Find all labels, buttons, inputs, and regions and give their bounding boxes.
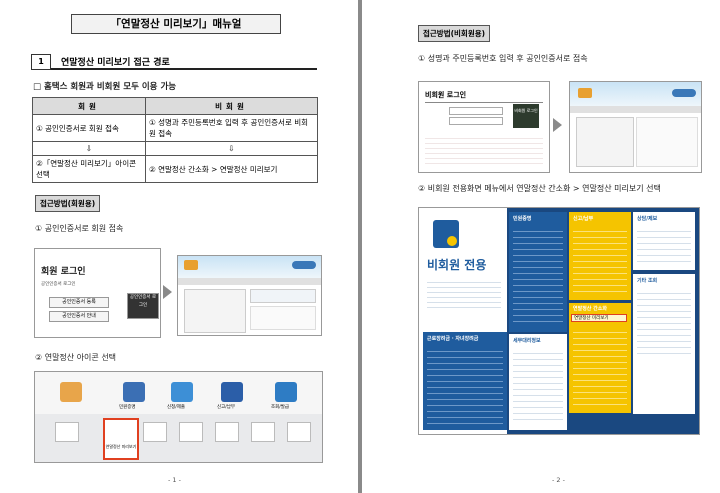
search-icon	[275, 382, 297, 402]
document-icon	[123, 382, 145, 402]
icon-label: 조회/발급	[271, 405, 290, 410]
sub-icon[interactable]	[179, 422, 203, 442]
hometax-screenshot-2	[569, 81, 702, 173]
printer-icon	[60, 382, 82, 402]
divider	[425, 102, 543, 103]
member-access-tag: 접근방법(회원용)	[35, 195, 101, 212]
section-number: 1	[31, 54, 51, 70]
notice-box	[636, 117, 698, 167]
page-number: - 2 -	[552, 476, 565, 484]
nonmember-login-button[interactable]: 비회원 로그인	[513, 104, 539, 128]
nav-bar	[570, 106, 701, 113]
access-table: 회원 비회원 ① 공인인증서로 회원 접속 ① 성명과 주민등록번호 입력 후 …	[32, 97, 318, 183]
menu-title: 근로장려금 · 자녀장려금	[427, 336, 479, 342]
yearend-preview-label: 연말정산 미리보기	[105, 444, 137, 449]
description-text	[427, 278, 501, 310]
sub-icon[interactable]	[215, 422, 239, 442]
menu-items[interactable]	[637, 226, 691, 264]
member-step-1: ① 공인인증서로 회원 접속	[35, 224, 124, 233]
sub-icon[interactable]	[251, 422, 275, 442]
coin-icon	[447, 236, 457, 246]
yearend-preview-menu-item[interactable]: 연말정산 미리보기	[571, 314, 627, 322]
sub-icon[interactable]	[55, 422, 79, 442]
menu-block: 신고/납부	[569, 212, 631, 300]
login-caption: 공인인증서 로그인	[41, 282, 76, 287]
house-icon	[184, 260, 198, 270]
login-box	[250, 289, 316, 303]
icon-label: 신고/납부	[217, 405, 236, 410]
menu-items[interactable]	[427, 346, 503, 426]
menu-items[interactable]	[573, 327, 627, 407]
menu-title: 신고/납부	[573, 216, 594, 222]
content-area	[184, 289, 246, 333]
cert-guide-button[interactable]: 공인인증서 안내	[49, 311, 109, 322]
menu-items[interactable]	[513, 348, 563, 424]
icon-label: 신청/제출	[167, 405, 186, 410]
nonmember-login-screenshot: 비회원 로그인 비회원 로그인	[418, 81, 550, 173]
monitor-icon	[171, 382, 193, 402]
yearend-menu-title[interactable]: 연말정산 간소화	[573, 305, 607, 312]
cert-register-button[interactable]: 공인인증서 등록	[49, 297, 109, 308]
availability-note: □ 홈택스 회원과 비회원 모두 이용 가능	[33, 82, 177, 92]
menu-items[interactable]	[513, 226, 563, 326]
table-arrow: ⇩	[32, 141, 146, 156]
notice-text	[425, 134, 543, 164]
icon-label: 민원증명	[119, 405, 136, 410]
notice-box	[250, 306, 316, 330]
section-title: 연말정산 미리보기 접근 경로	[61, 58, 170, 68]
menu-block: 민원증명	[509, 212, 567, 332]
nonmember-login-title: 비회원 로그인	[425, 91, 467, 99]
flow-arrow	[163, 285, 172, 299]
calculator-icon	[221, 382, 243, 402]
hometax-screenshot	[177, 255, 322, 336]
nonmember-access-tag: 접근방법(비회원용)	[418, 25, 491, 42]
table-cell: ① 공인인증서로 회원 접속	[32, 114, 146, 142]
table-cell: ②「연말정산 미리보기」아이콘 선택	[32, 155, 146, 183]
document-title: 「연말정산 미리보기」매뉴얼	[71, 14, 281, 34]
sub-icon[interactable]	[143, 422, 167, 442]
nonmember-step-2: ② 비회원 전용화면 메뉴에서 연말정산 간소화 > 연말정산 미리보기 선택	[418, 184, 661, 193]
page-1: 「연말정산 미리보기」매뉴얼 1 연말정산 미리보기 접근 경로 □ 홈택스 회…	[0, 0, 358, 493]
table-header-nonmember: 비회원	[145, 97, 318, 115]
flow-arrow	[553, 118, 562, 132]
menu-title: 기타 조회	[637, 278, 658, 284]
section-header: 1 연말정산 미리보기 접근 경로	[31, 54, 317, 70]
yearend-preview-icon[interactable]: 연말정산 미리보기	[103, 418, 139, 460]
cert-login-button[interactable]: 공인인증서 로그인	[127, 293, 159, 319]
member-step-2: ② 연말정산 아이콘 선택	[35, 353, 117, 362]
menu-block: 세무대리정보	[509, 334, 567, 430]
nonmember-step-1: ① 성명과 주민등록번호 입력 후 공인인증서로 접속	[418, 54, 588, 63]
table-arrow: ⇩	[145, 141, 318, 156]
nav-bar	[178, 278, 321, 285]
sub-icon[interactable]	[287, 422, 311, 442]
icon-menu-screenshot: 민원증명 신청/제출 신고/납부 조회/발급 연말정산 미리보기	[34, 371, 323, 463]
menu-block: 상담/제보	[633, 212, 695, 270]
table-cell: ① 성명과 주민등록번호 입력 후 공인인증서로 비회원 접속	[145, 114, 318, 142]
login-title: 회원 로그인	[41, 267, 86, 277]
yearend-menu-block: 연말정산 간소화 연말정산 미리보기	[569, 303, 631, 413]
nonmember-menu-screenshot: 비회원 전용 민원증명 신고/납부 연말정산 간소화 연말정산 미리보기 상담/…	[418, 207, 700, 435]
hometax-logo	[292, 261, 316, 269]
page-number: - 1 -	[168, 476, 181, 484]
nonmember-big-title: 비회원 전용	[427, 258, 487, 272]
table-header-member: 회원	[32, 97, 146, 115]
menu-title: 민원증명	[513, 216, 532, 222]
table-cell: ② 연말정산 간소화 > 연말정산 미리보기	[145, 155, 318, 183]
resident-number-input[interactable]	[449, 117, 503, 125]
content-area	[576, 117, 634, 167]
menu-block: 근로장려금 · 자녀장려금	[423, 332, 507, 430]
house-icon	[578, 88, 592, 98]
page-2: 접근방법(비회원용) ① 성명과 주민등록번호 입력 후 공인인증서로 접속 비…	[362, 0, 720, 493]
menu-items[interactable]	[637, 288, 691, 358]
menu-items[interactable]	[573, 226, 627, 294]
menu-title: 세무대리정보	[513, 338, 541, 344]
member-login-screenshot: 회원 로그인 공인인증서 로그인 공인인증서 등록 공인인증서 안내 공인인증서…	[34, 248, 161, 338]
menu-block: 기타 조회	[633, 274, 695, 414]
name-input[interactable]	[449, 107, 503, 115]
menu-title: 상담/제보	[637, 216, 658, 222]
hometax-logo	[672, 89, 696, 97]
